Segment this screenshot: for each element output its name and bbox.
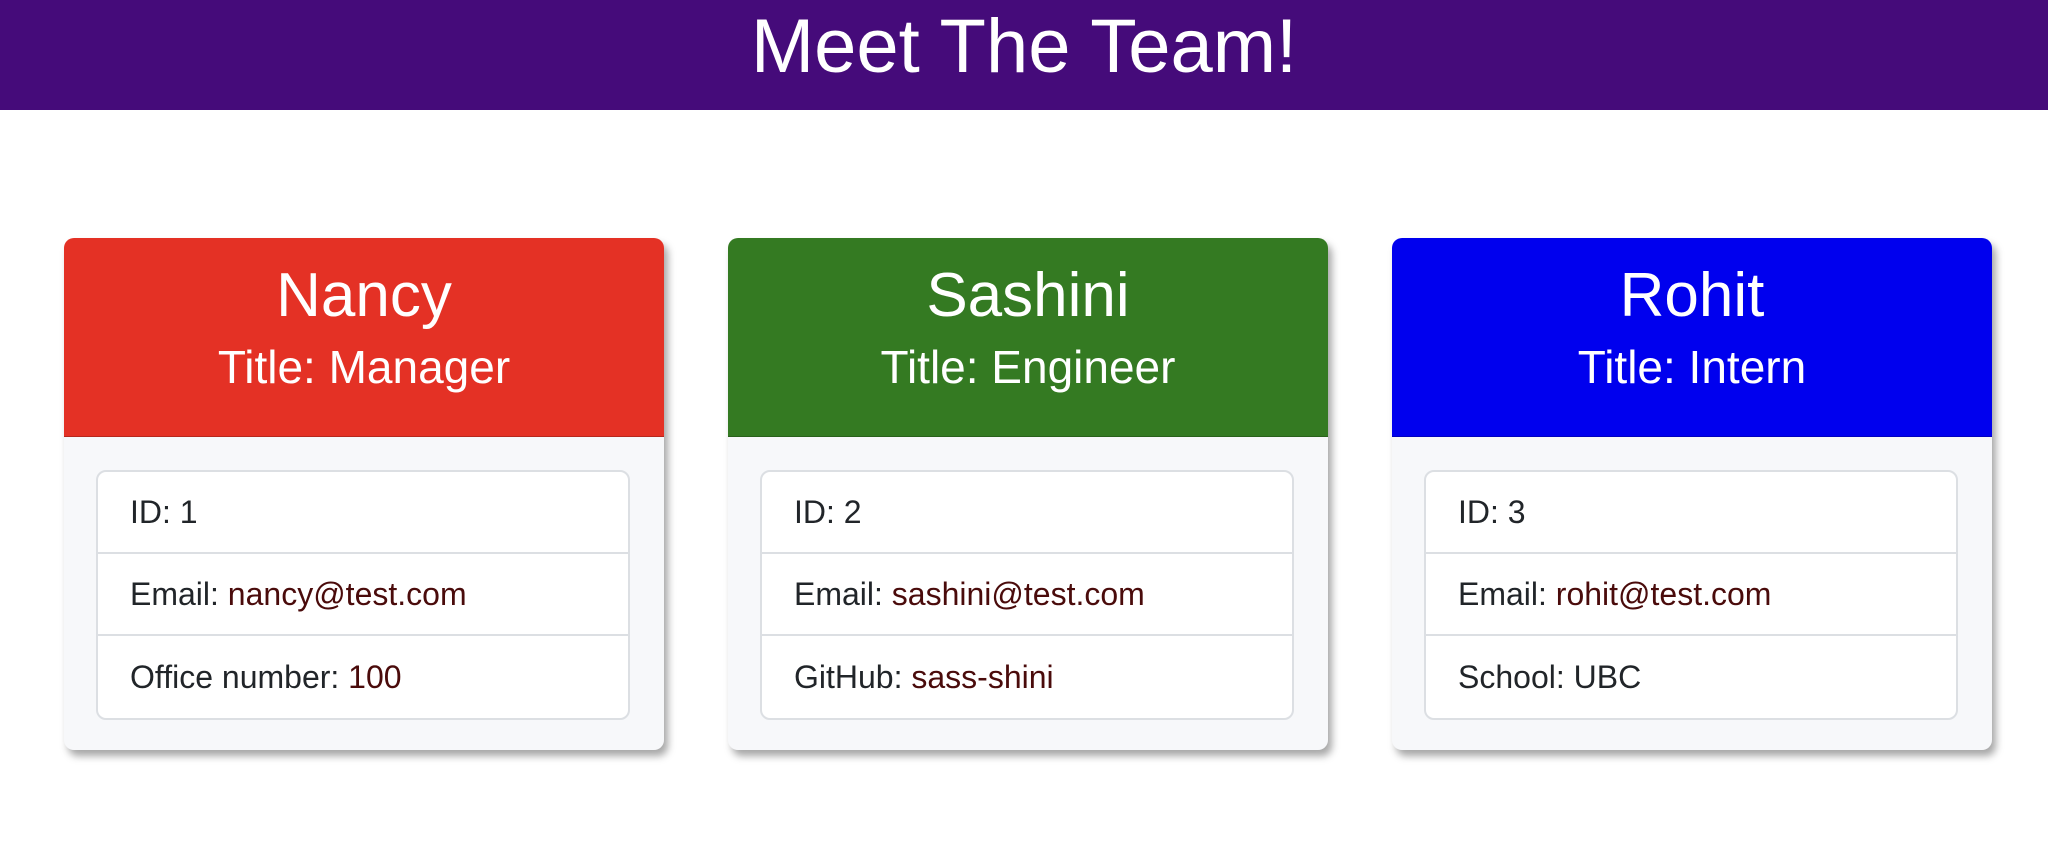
list-item-email: Email: sashini@test.com [762,554,1292,636]
team-cards: Nancy Title: Manager ID: 1 Email: nancy@… [64,238,1992,750]
email-link[interactable]: rohit@test.com [1556,576,1772,613]
id-label: ID: [1458,493,1508,530]
email-label: Email: [130,575,228,612]
employee-details-list: ID: 1 Email: nancy@test.com Office numbe… [96,470,630,720]
employee-details-list: ID: 3 Email: rohit@test.com School: UBC [1424,470,1958,720]
list-item-office-number: Office number: 100 [98,636,628,718]
list-item-id: ID: 2 [762,472,1292,554]
employee-name: Rohit [1619,261,1765,330]
github-label: GitHub: [794,658,912,695]
email-label: Email: [794,575,892,612]
card-header: Sashini Title: Engineer [728,238,1328,437]
page-header: Meet The Team! [0,0,2048,110]
school-value: UBC [1573,658,1642,695]
id-value: 2 [843,493,862,530]
list-item-email: Email: rohit@test.com [1426,554,1956,636]
list-item-github: GitHub: sass-shini [762,636,1292,718]
email-link[interactable]: sashini@test.com [892,576,1145,613]
employee-card-engineer: Sashini Title: Engineer ID: 2 Email: sas… [728,238,1328,750]
list-item-id: ID: 3 [1426,472,1956,554]
employee-card-manager: Nancy Title: Manager ID: 1 Email: nancy@… [64,238,664,750]
employee-name: Nancy [276,261,452,330]
list-item-id: ID: 1 [98,472,628,554]
card-header: Nancy Title: Manager [64,238,664,437]
id-label: ID: [794,493,844,530]
employee-details-list: ID: 2 Email: sashini@test.com GitHub: sa… [760,470,1294,720]
github-link[interactable]: sass-shini [911,659,1053,696]
list-item-school: School: UBC [1426,636,1956,718]
school-label: School: [1458,658,1574,695]
list-item-email: Email: nancy@test.com [98,554,628,636]
id-label: ID: [130,493,180,530]
employee-title: Title: Manager [217,341,511,394]
office-number-label: Office number: [130,658,349,695]
employee-title: Title: Engineer [880,341,1176,394]
email-link[interactable]: nancy@test.com [228,576,467,613]
email-label: Email: [1458,575,1556,612]
card-header: Rohit Title: Intern [1392,238,1992,437]
page-title: Meet The Team! [750,4,1298,89]
id-value: 3 [1507,493,1526,530]
office-number-value: 100 [348,658,402,695]
employee-card-intern: Rohit Title: Intern ID: 3 Email: rohit@t… [1392,238,1992,750]
id-value: 1 [179,493,198,530]
employee-title: Title: Intern [1577,341,1807,394]
employee-name: Sashini [926,261,1130,330]
